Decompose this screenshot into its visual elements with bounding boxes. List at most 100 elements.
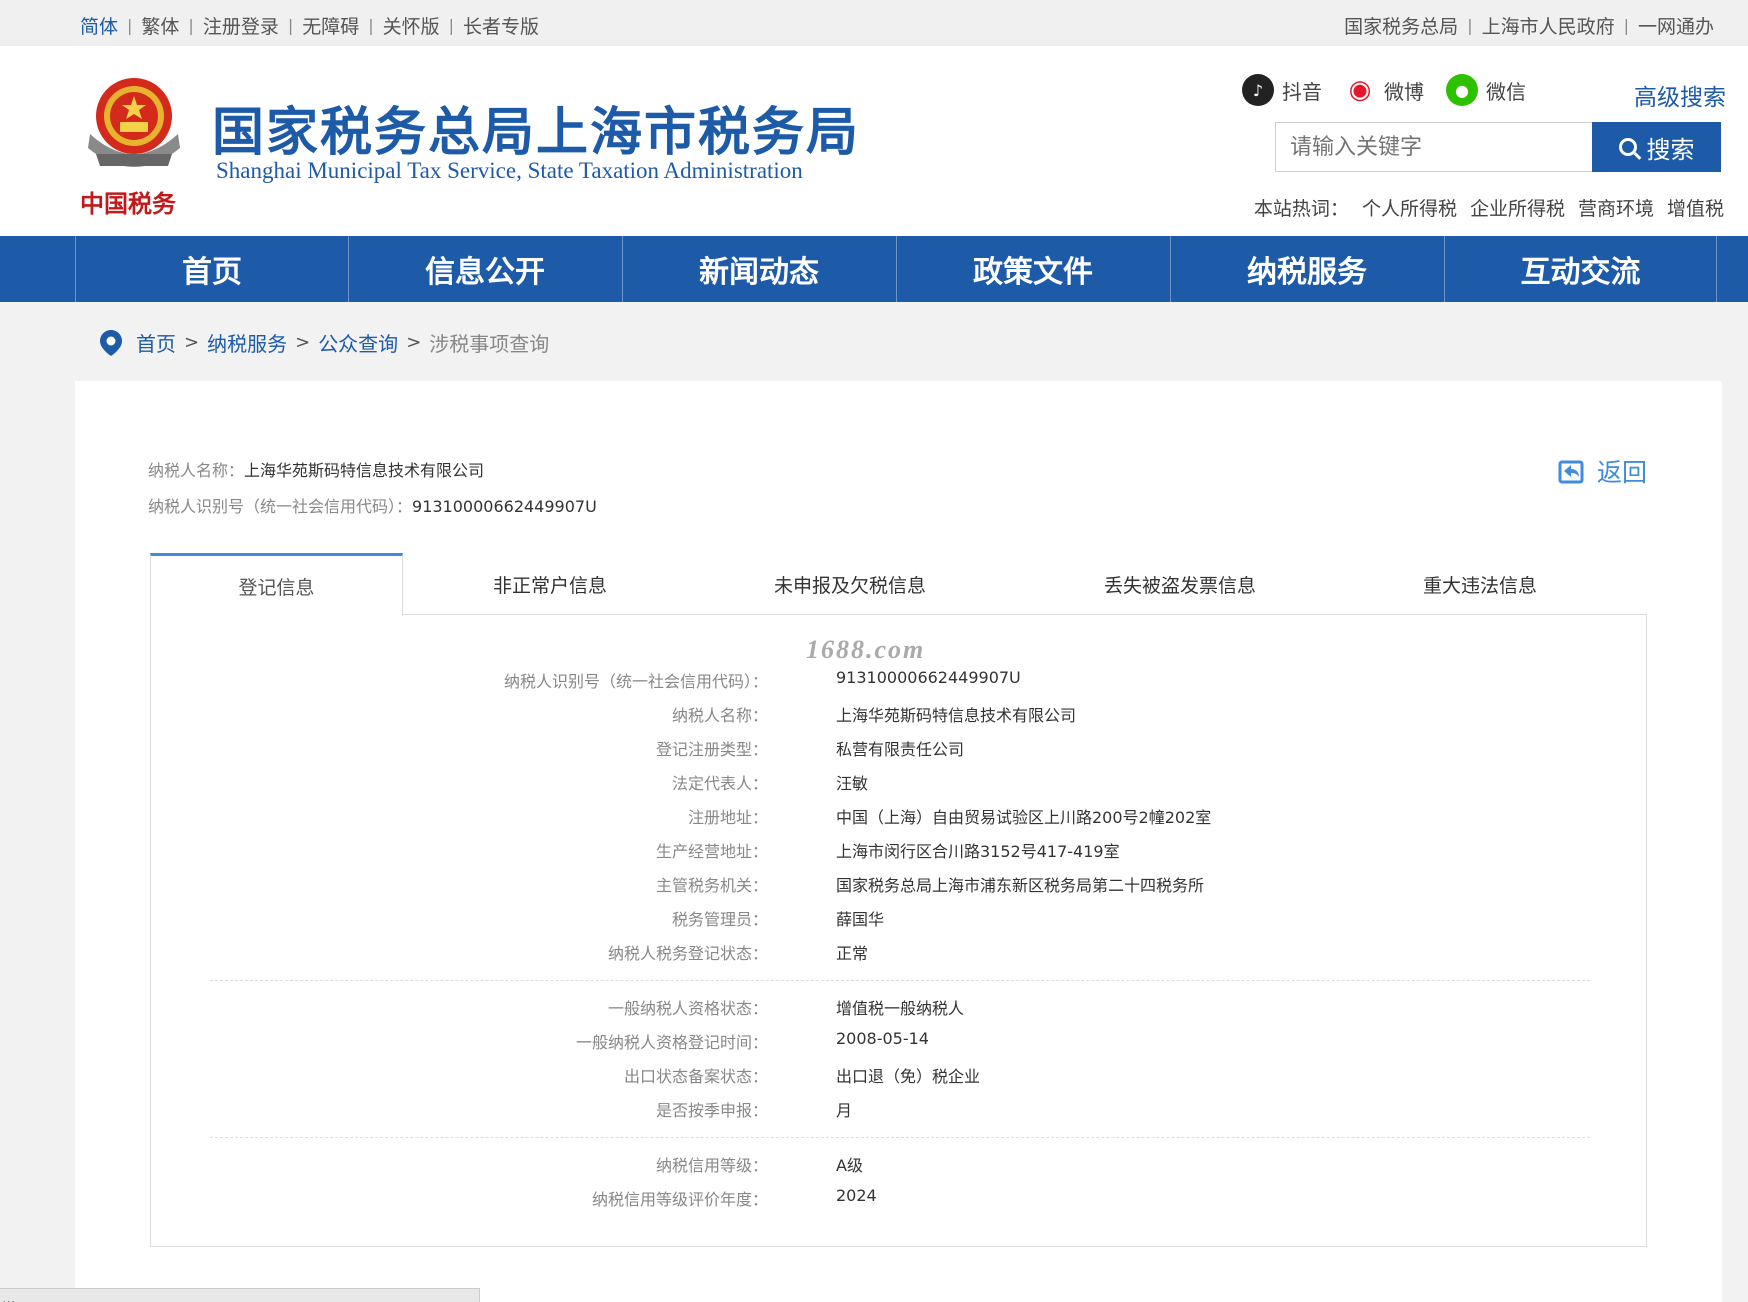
registration-panel: 1688.com 纳税人识别号（统一社会信用代码）： 9131000066244… bbox=[150, 614, 1647, 1247]
content-card: 纳税人名称：上海华苑斯码特信息技术有限公司 纳税人识别号（统一社会信用代码）：9… bbox=[75, 381, 1722, 1302]
link-shanghai-gov[interactable]: 上海市人民政府 bbox=[1482, 12, 1615, 39]
back-button[interactable]: 返回 bbox=[1557, 453, 1647, 489]
info-row: 登记注册类型： 私营有限责任公司 bbox=[151, 736, 1646, 760]
tab-abnormal[interactable]: 非正常户信息 bbox=[450, 553, 650, 615]
hotword-item[interactable]: 企业所得税 bbox=[1470, 194, 1565, 221]
topbar-left-links: 简体 | 繁体 | 注册登录 | 无障碍 | 关怀版 | 长者专版 bbox=[80, 12, 539, 39]
link-elder-version[interactable]: 长者专版 bbox=[463, 12, 539, 39]
breadcrumb-home[interactable]: 首页 bbox=[136, 328, 176, 357]
info-label: 主管税务机关： bbox=[655, 876, 768, 895]
info-row: 纳税信用等级： A级 bbox=[151, 1152, 1646, 1176]
link-simplified[interactable]: 简体 bbox=[80, 12, 118, 39]
weibo-icon: ◉ bbox=[1344, 74, 1376, 106]
info-value: 正常 bbox=[836, 944, 869, 963]
divider: | bbox=[368, 16, 374, 35]
nav-home[interactable]: 首页 bbox=[75, 236, 348, 302]
hotword-item[interactable]: 个人所得税 bbox=[1362, 194, 1457, 221]
taxpayer-name-label: 纳税人名称： bbox=[148, 461, 245, 480]
taxpayer-id-line: 纳税人识别号（统一社会信用代码）：91310000662449907U bbox=[148, 493, 597, 517]
social-weibo[interactable]: ◉ 微博 bbox=[1344, 74, 1424, 106]
taxpayer-name-line: 纳税人名称：上海华苑斯码特信息技术有限公司 bbox=[148, 457, 484, 481]
breadcrumb-separator: > bbox=[406, 332, 422, 353]
social-links: ♪ 抖音 ◉ 微博 ● 微信 bbox=[1220, 74, 1526, 106]
nav-policy[interactable]: 政策文件 bbox=[896, 236, 1169, 302]
search-button-label: 搜索 bbox=[1646, 136, 1695, 164]
search-button[interactable]: 搜索 bbox=[1592, 122, 1721, 172]
tab-bar: 登记信息 非正常户信息 未申报及欠税信息 丢失被盗发票信息 重大违法信息 bbox=[150, 553, 1646, 616]
info-value: 国家税务总局上海市浦东新区税务局第二十四税务所 bbox=[836, 876, 1205, 895]
info-label: 出口状态备案状态： bbox=[623, 1067, 768, 1086]
hot-words: 本站热词： 个人所得税 企业所得税 营商环境 增值税 bbox=[1254, 194, 1724, 221]
browser-status-bar: ... bbox=[0, 1288, 480, 1302]
info-label: 生产经营地址： bbox=[655, 842, 768, 861]
section-divider bbox=[210, 1137, 1590, 1138]
info-row: 出口状态备案状态： 出口退（免）税企业 bbox=[151, 1063, 1646, 1087]
watermark: 1688.com bbox=[806, 635, 926, 664]
search-input[interactable] bbox=[1275, 122, 1593, 172]
tab-major-violations[interactable]: 重大违法信息 bbox=[1380, 553, 1580, 615]
link-care-version[interactable]: 关怀版 bbox=[383, 12, 440, 39]
social-wechat-label: 微信 bbox=[1486, 79, 1526, 104]
wechat-icon: ● bbox=[1446, 74, 1478, 106]
info-row: 主管税务机关： 国家税务总局上海市浦东新区税务局第二十四税务所 bbox=[151, 872, 1646, 896]
search-icon bbox=[1618, 138, 1637, 156]
nav-interaction[interactable]: 互动交流 bbox=[1444, 236, 1717, 302]
tab-lost-invoices[interactable]: 丢失被盗发票信息 bbox=[1040, 553, 1320, 615]
tab-registration[interactable]: 登记信息 bbox=[150, 553, 403, 616]
breadcrumb-public-query[interactable]: 公众查询 bbox=[318, 328, 398, 357]
info-value: 薛国华 bbox=[836, 910, 885, 929]
info-value: A级 bbox=[836, 1156, 863, 1175]
breadcrumb-current: 涉税事项查询 bbox=[429, 332, 550, 356]
breadcrumb-separator: > bbox=[295, 332, 311, 353]
breadcrumb-tax-service[interactable]: 纳税服务 bbox=[207, 328, 287, 357]
info-value: 2008-05-14 bbox=[836, 1029, 929, 1048]
info-value: 2024 bbox=[836, 1186, 877, 1205]
divider: | bbox=[127, 16, 133, 35]
link-traditional[interactable]: 繁体 bbox=[141, 12, 179, 39]
breadcrumb-separator: > bbox=[184, 332, 200, 353]
info-label: 纳税人税务登记状态： bbox=[607, 944, 768, 963]
info-label: 一般纳税人资格登记时间： bbox=[575, 1033, 768, 1052]
nav-tax-service[interactable]: 纳税服务 bbox=[1170, 236, 1443, 302]
back-icon bbox=[1558, 460, 1584, 484]
hotwords-label: 本站热词： bbox=[1253, 198, 1349, 220]
emblem-caption: 中国税务 bbox=[80, 189, 177, 218]
hotword-item[interactable]: 营商环境 bbox=[1578, 194, 1654, 221]
info-value: 增值税一般纳税人 bbox=[836, 999, 965, 1018]
tax-emblem-logo[interactable]: 中国税务 bbox=[76, 64, 192, 224]
info-label: 登记注册类型： bbox=[655, 740, 768, 759]
hotword-item[interactable]: 增值税 bbox=[1667, 194, 1724, 221]
social-tiktok[interactable]: ♪ 抖音 bbox=[1242, 74, 1322, 106]
advanced-search-link[interactable]: 高级搜索 bbox=[1634, 78, 1726, 112]
link-accessibility[interactable]: 无障碍 bbox=[302, 12, 359, 39]
info-row: 是否按季申报： 月 bbox=[151, 1097, 1646, 1121]
top-utility-bar: 简体 | 繁体 | 注册登录 | 无障碍 | 关怀版 | 长者专版 国家税务总局… bbox=[0, 0, 1748, 46]
breadcrumb: 首页 > 纳税服务 > 公众查询 > 涉税事项查询 bbox=[100, 328, 549, 357]
info-value: 中国（上海）自由贸易试验区上川路200号2幢202室 bbox=[836, 808, 1212, 827]
nav-news[interactable]: 新闻动态 bbox=[622, 236, 895, 302]
taxpayer-id-label: 纳税人识别号（统一社会信用代码）： bbox=[148, 497, 413, 516]
tab-unfiled-arrears[interactable]: 未申报及欠税信息 bbox=[710, 553, 990, 615]
info-label: 一般纳税人资格状态： bbox=[607, 999, 768, 1018]
info-label: 法定代表人： bbox=[671, 774, 768, 793]
divider: | bbox=[188, 16, 194, 35]
info-value: 上海华苑斯码特信息技术有限公司 bbox=[836, 706, 1077, 725]
tiktok-icon: ♪ bbox=[1242, 74, 1274, 106]
link-one-network[interactable]: 一网通办 bbox=[1638, 12, 1714, 39]
info-row: 一般纳税人资格状态： 增值税一般纳税人 bbox=[151, 995, 1646, 1019]
divider: | bbox=[448, 16, 455, 35]
topbar-right-links: 国家税务总局 | 上海市人民政府 | 一网通办 bbox=[1344, 12, 1714, 39]
info-label: 是否按季申报： bbox=[655, 1101, 768, 1120]
taxpayer-name-value: 上海华苑斯码特信息技术有限公司 bbox=[244, 461, 485, 480]
social-wechat[interactable]: ● 微信 bbox=[1446, 74, 1526, 106]
info-label: 纳税信用等级评价年度： bbox=[591, 1190, 768, 1209]
nav-info-disclosure[interactable]: 信息公开 bbox=[348, 236, 621, 302]
link-sta[interactable]: 国家税务总局 bbox=[1344, 12, 1458, 39]
info-value: 上海市闵行区合川路3152号417-419室 bbox=[836, 842, 1120, 861]
social-weibo-label: 微博 bbox=[1384, 79, 1424, 104]
divider: | bbox=[1623, 16, 1629, 35]
info-row: 生产经营地址： 上海市闵行区合川路3152号417-419室 bbox=[151, 838, 1646, 862]
info-label: 纳税人识别号（统一社会信用代码）： bbox=[503, 672, 768, 691]
link-register-login[interactable]: 注册登录 bbox=[203, 12, 279, 39]
info-row: 纳税信用等级评价年度： 2024 bbox=[151, 1186, 1646, 1210]
